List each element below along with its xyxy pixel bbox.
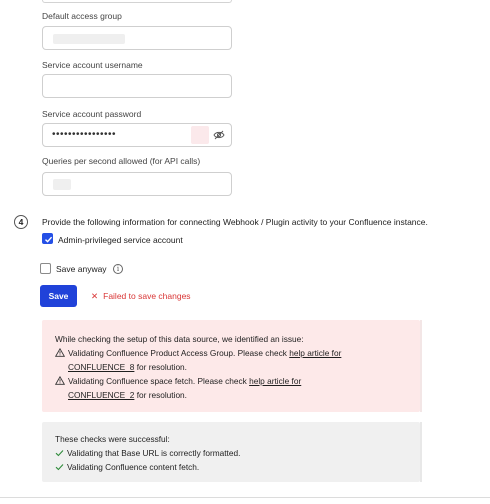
error-x-icon: ✕ xyxy=(91,291,99,301)
divider xyxy=(0,497,490,498)
success-item: Validating Confluence content fetch. xyxy=(55,462,199,472)
qps-input[interactable] xyxy=(42,172,232,196)
help-article-link[interactable]: CONFLUENCE_2 xyxy=(68,390,134,400)
password-manager-badge[interactable] xyxy=(191,126,209,144)
help-article-link[interactable]: help article for xyxy=(249,376,301,386)
error-intro: While checking the setup of this data so… xyxy=(55,334,304,344)
success-box-edge xyxy=(420,422,422,482)
help-article-link[interactable]: CONFLUENCE_8 xyxy=(68,362,134,372)
success-intro: These checks were successful: xyxy=(55,434,170,444)
validation-success-box: These checks were successful: Validating… xyxy=(42,422,420,482)
admin-privileged-label: Admin-privileged service account xyxy=(58,235,183,245)
password-dots: •••••••••••••••• xyxy=(52,129,117,140)
success-item: Validating that Base URL is correctly fo… xyxy=(55,448,240,458)
eye-slash-icon[interactable] xyxy=(213,129,225,141)
warning-icon xyxy=(55,376,65,385)
step-description: Provide the following information for co… xyxy=(42,217,428,227)
error-item-continued: CONFLUENCE_8 for resolution. xyxy=(68,362,187,372)
admin-privileged-checkbox[interactable] xyxy=(42,233,53,244)
info-icon[interactable]: i xyxy=(113,264,123,274)
step-number-badge: 4 xyxy=(14,215,28,229)
check-icon xyxy=(55,450,64,457)
save-anyway-checkbox[interactable] xyxy=(40,263,51,274)
default-access-group-label: Default access group xyxy=(42,11,122,21)
save-button[interactable]: Save xyxy=(40,285,77,307)
previous-field-edge xyxy=(42,0,232,3)
save-error-message: ✕ Failed to save changes xyxy=(91,291,191,301)
checkmark-icon xyxy=(45,236,53,243)
help-article-link[interactable]: help article for xyxy=(289,348,341,358)
check-icon xyxy=(55,464,64,471)
redacted-value xyxy=(53,34,125,44)
error-item-continued: CONFLUENCE_2 for resolution. xyxy=(68,390,187,400)
service-username-label: Service account username xyxy=(42,60,143,70)
error-item: Validating Confluence space fetch. Pleas… xyxy=(55,376,301,386)
default-access-group-input[interactable] xyxy=(42,26,232,50)
qps-label: Queries per second allowed (for API call… xyxy=(42,156,201,166)
service-password-label: Service account password xyxy=(42,109,142,119)
error-box-edge xyxy=(420,320,422,412)
redacted-value xyxy=(53,179,71,190)
service-username-input[interactable] xyxy=(42,74,232,98)
service-password-input[interactable]: •••••••••••••••• xyxy=(42,123,232,147)
warning-icon xyxy=(55,348,65,357)
validation-error-box: While checking the setup of this data so… xyxy=(42,320,420,412)
error-item: Validating Confluence Product Access Gro… xyxy=(55,348,341,358)
save-anyway-label: Save anyway xyxy=(56,264,107,274)
